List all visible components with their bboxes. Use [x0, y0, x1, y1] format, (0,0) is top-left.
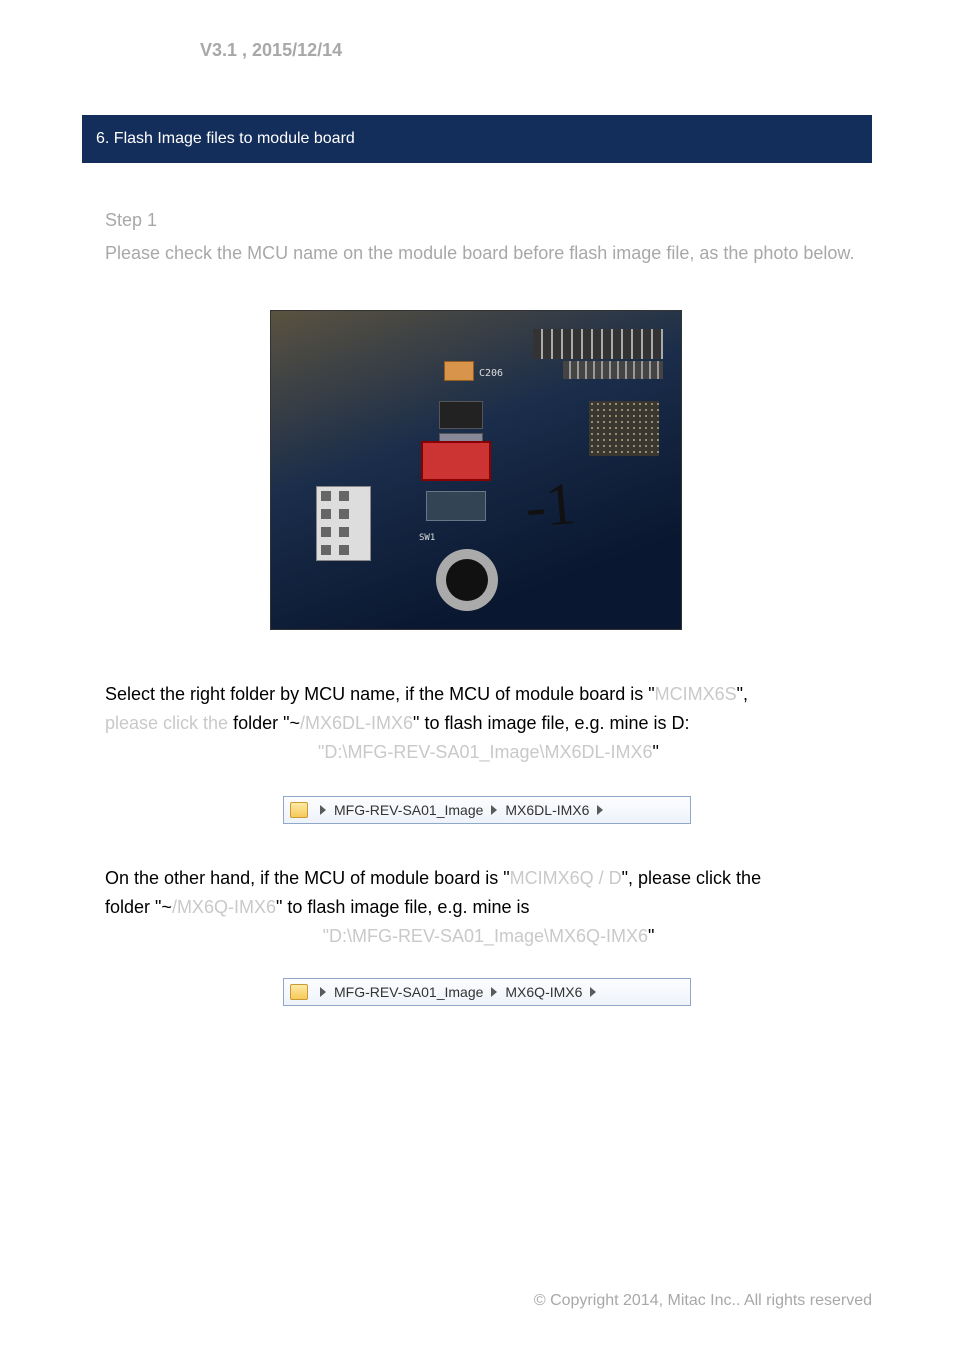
text: ", please click the	[622, 868, 761, 888]
breadcrumb-segment[interactable]: MFG-REV-SA01_Image	[334, 984, 483, 1000]
chevron-right-icon	[491, 987, 497, 997]
breadcrumb-segment[interactable]: MX6Q-IMX6	[505, 984, 582, 1000]
breadcrumb-mx6q[interactable]: MFG-REV-SA01_Image MX6Q-IMX6	[283, 978, 691, 1006]
silkscreen-sw1: SW1	[419, 533, 435, 543]
board-handwritten-marking: -1	[523, 469, 580, 553]
text: folder "~	[105, 897, 172, 917]
breadcrumb-segment[interactable]: MX6DL-IMX6	[505, 802, 589, 818]
folder-icon	[290, 802, 308, 818]
copyright-footer: © Copyright 2014, Mitac Inc.. All rights…	[534, 1292, 872, 1310]
folder-mx6dl: /MX6DL-IMX6	[300, 713, 413, 733]
folder-mx6q: /MX6Q-IMX6	[172, 897, 276, 917]
mcu-name-mx6q: MCIMX6Q / D	[510, 868, 622, 888]
silkscreen-c206: C206	[479, 368, 503, 379]
folder-icon	[290, 984, 308, 1000]
chevron-right-icon	[597, 805, 603, 815]
doc-version-title: V3.1 , 2015/12/14	[200, 40, 342, 61]
chevron-right-icon	[491, 805, 497, 815]
text: Select the right folder by MCU name, if …	[105, 684, 655, 704]
instruction-paragraph-mx6q: On the other hand, if the MCU of module …	[105, 864, 872, 950]
text: "	[653, 742, 659, 762]
step-title: Step 1	[105, 210, 157, 231]
text: On the other hand, if the MCU of module …	[105, 868, 510, 888]
example-path-mx6q: "D:\MFG-REV-SA01_Image\MX6Q-IMX6	[323, 926, 648, 946]
chevron-right-icon	[590, 987, 596, 997]
example-path-mx6dl: "D:\MFG-REV-SA01_Image\MX6DL-IMX6	[318, 742, 653, 762]
section-header-bar: 6. Flash Image files to module board	[82, 115, 872, 163]
breadcrumb-mx6dl[interactable]: MFG-REV-SA01_Image MX6DL-IMX6	[283, 796, 691, 824]
breadcrumb-segment[interactable]: MFG-REV-SA01_Image	[334, 802, 483, 818]
module-board-photo: C206 1 2 3 4 SW1 -1	[270, 310, 682, 630]
text: please click the	[105, 713, 228, 733]
text: " to flash image file, e.g. mine is D:	[413, 713, 690, 733]
text: ",	[737, 684, 748, 704]
step-paragraph: Please check the MCU name on the module …	[105, 240, 872, 267]
instruction-paragraph-mx6dl: Select the right folder by MCU name, if …	[105, 680, 872, 766]
text: "	[648, 926, 654, 946]
chevron-right-icon	[320, 987, 326, 997]
text: folder "~	[228, 713, 300, 733]
chevron-right-icon	[320, 805, 326, 815]
mcu-name-mx6s: MCIMX6S	[655, 684, 737, 704]
text: " to flash image file, e.g. mine is	[276, 897, 530, 917]
